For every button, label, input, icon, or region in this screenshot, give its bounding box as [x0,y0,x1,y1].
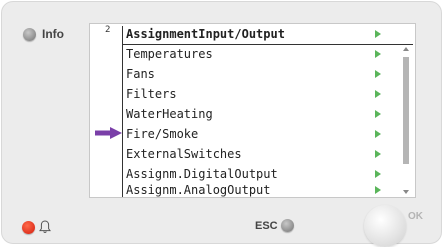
ok-label: OK [408,211,423,222]
chevron-right-icon[interactable] [375,150,381,158]
menu-title: AssignmentInput/Output [126,27,285,41]
selection-arrow-icon [95,127,122,139]
esc-button[interactable]: ESC [255,219,294,232]
menu-level: 2 [105,25,111,35]
menu-item-assignm-analogoutput[interactable]: Assignm.AnalogOutput [126,183,271,197]
chevron-right-icon[interactable] [375,90,381,98]
chevron-right-icon[interactable] [375,50,381,58]
info-button[interactable]: Info [23,27,64,41]
chevron-right-icon[interactable] [375,170,381,178]
display-screen: 2 AssignmentInput/Output Temperatures Fa… [89,23,416,198]
esc-led-icon [280,219,294,232]
chevron-right-icon[interactable] [375,110,381,118]
esc-label: ESC [255,219,278,232]
scrollbar[interactable] [401,44,412,197]
alarm-led-icon [22,220,35,234]
alarm-button[interactable] [22,220,51,234]
menu-item-externalswitches[interactable]: ExternalSwitches [126,147,242,161]
scrollbar-thumb[interactable] [403,57,409,164]
menu-item-waterheating[interactable]: WaterHeating [126,107,213,121]
chevron-right-icon[interactable] [375,70,381,78]
hmi-panel: Info 2 AssignmentInput/Output Temperatur… [1,1,442,247]
menu-item-assignm-digitaloutput[interactable]: Assignm.DigitalOutput [126,167,278,181]
menu-item-fans[interactable]: Fans [126,67,155,81]
bell-icon [39,220,51,233]
title-chevron-icon[interactable] [375,30,381,38]
divider-vertical [122,26,123,197]
scroll-down-icon[interactable] [403,190,409,194]
info-label: Info [42,27,64,41]
chevron-right-icon[interactable] [375,130,381,138]
scroll-up-icon[interactable] [403,47,409,51]
chevron-right-icon[interactable] [375,186,381,194]
divider-horizontal [122,44,413,45]
menu-item-temperatures[interactable]: Temperatures [126,47,213,61]
menu-item-fire-smoke[interactable]: Fire/Smoke [126,127,198,141]
info-led-icon [23,27,36,41]
menu-item-filters[interactable]: Filters [126,87,177,101]
ok-button[interactable] [364,205,406,247]
